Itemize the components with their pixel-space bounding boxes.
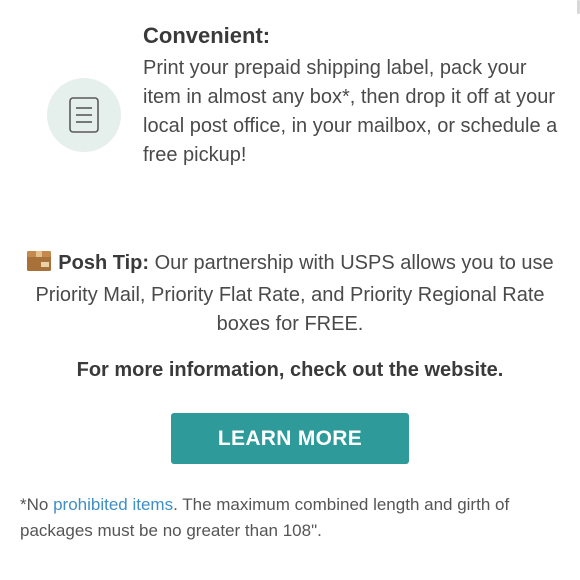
footnote-prefix: *No — [20, 495, 54, 514]
prohibited-items-link[interactable]: prohibited items — [53, 495, 173, 514]
convenient-feature: Convenient: Print your prepaid shipping … — [0, 0, 580, 210]
more-info-text: For more information, check out the webs… — [76, 359, 504, 381]
footnote: *No prohibited items. The maximum combin… — [20, 492, 565, 544]
feature-title: Convenient: — [143, 23, 271, 48]
posh-tip: Posh Tip: Our partnership with USPS allo… — [20, 249, 560, 339]
feature-text: Convenient: Print your prepaid shipping … — [143, 22, 563, 170]
document-icon — [47, 78, 121, 152]
feature-description: Print your prepaid shipping label, pack … — [143, 57, 558, 166]
package-icon — [26, 250, 52, 281]
learn-more-button[interactable]: LEARN MORE — [171, 413, 409, 464]
tip-label: Posh Tip: — [58, 252, 150, 274]
